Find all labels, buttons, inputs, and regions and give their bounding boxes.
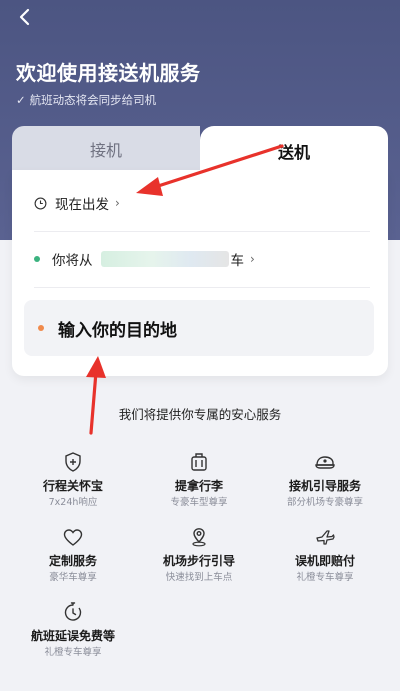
service-desc: 礼橙专车尊享 xyxy=(44,647,102,658)
clock-icon xyxy=(34,197,47,209)
back-icon[interactable] xyxy=(14,6,38,30)
timer-icon xyxy=(64,602,82,621)
origin-suffix: 车 xyxy=(230,253,245,269)
divider xyxy=(34,231,370,232)
tab-dropoff[interactable]: 送机 xyxy=(200,126,388,176)
heart-icon xyxy=(63,529,83,546)
destination-dot xyxy=(38,325,44,331)
tab-pickup[interactable]: 接机 xyxy=(12,126,200,172)
blurred-origin xyxy=(100,251,229,267)
origin-prefix: 你将从 xyxy=(52,253,93,269)
origin-dot xyxy=(34,256,40,262)
service-trip-care[interactable]: 行程关怀宝 7x24h响应 xyxy=(8,450,138,510)
destination-input[interactable]: 输入你的目的地 xyxy=(24,300,374,356)
location-icon xyxy=(192,528,206,547)
divider xyxy=(34,287,370,288)
subtitle-text: 航班动态将会同步给司机 xyxy=(29,93,157,107)
origin-selector[interactable]: 你将从 车 › xyxy=(34,244,255,274)
service-delay-wait[interactable]: 航班延误免费等 礼橙专车尊享 xyxy=(8,600,138,660)
service-desc: 豪华车尊享 xyxy=(49,572,97,583)
luggage-icon xyxy=(191,453,207,471)
service-name: 误机即赔付 xyxy=(294,554,355,568)
departure-time-label: 现在出发 xyxy=(55,197,109,213)
service-custom[interactable]: 定制服务 豪华车尊享 xyxy=(8,525,138,585)
service-luggage[interactable]: 提拿行李 专豪车型尊享 xyxy=(134,450,264,510)
service-pickup-guide[interactable]: 接机引导服务 部分机场专豪尊享 xyxy=(260,450,390,510)
service-name: 定制服务 xyxy=(48,554,97,568)
service-missed-flight[interactable]: 误机即赔付 礼橙专车尊享 xyxy=(260,525,390,585)
plane-icon xyxy=(316,530,335,545)
service-walk-guide[interactable]: 机场步行引导 快速找到上车点 xyxy=(134,525,264,585)
shield-plus-icon xyxy=(65,452,81,472)
service-name: 行程关怀宝 xyxy=(42,479,103,493)
subtitle: ✓ 航班动态将会同步给司机 xyxy=(16,92,156,108)
hat-icon xyxy=(315,456,335,469)
chevron-right-icon: › xyxy=(250,252,255,266)
page-title: 欢迎使用接送机服务 xyxy=(16,61,201,85)
service-name: 航班延误免费等 xyxy=(30,629,115,643)
service-desc: 快速找到上车点 xyxy=(165,572,233,583)
chevron-right-icon: › xyxy=(115,196,120,210)
services-title: 我们将提供你专属的安心服务 xyxy=(118,407,282,422)
service-name: 提拿行李 xyxy=(174,479,223,493)
service-name: 机场步行引导 xyxy=(162,554,235,568)
destination-placeholder: 输入你的目的地 xyxy=(58,320,177,341)
booking-card-body: 现在出发 › 你将从 车 › 输入你的目的地 xyxy=(12,170,388,376)
service-desc: 部分机场专豪尊享 xyxy=(286,497,363,508)
service-desc: 7x24h响应 xyxy=(48,497,98,508)
service-desc: 礼橙专车尊享 xyxy=(296,572,354,583)
service-desc: 专豪车型尊享 xyxy=(170,497,228,508)
booking-card: 接机 现在出发 › 你将从 车 › 输入你的目的地 送机 xyxy=(12,126,388,376)
service-name: 接机引导服务 xyxy=(288,479,361,493)
departure-time-selector[interactable]: 现在出发 › xyxy=(34,188,120,218)
check-icon: ✓ xyxy=(16,93,26,107)
